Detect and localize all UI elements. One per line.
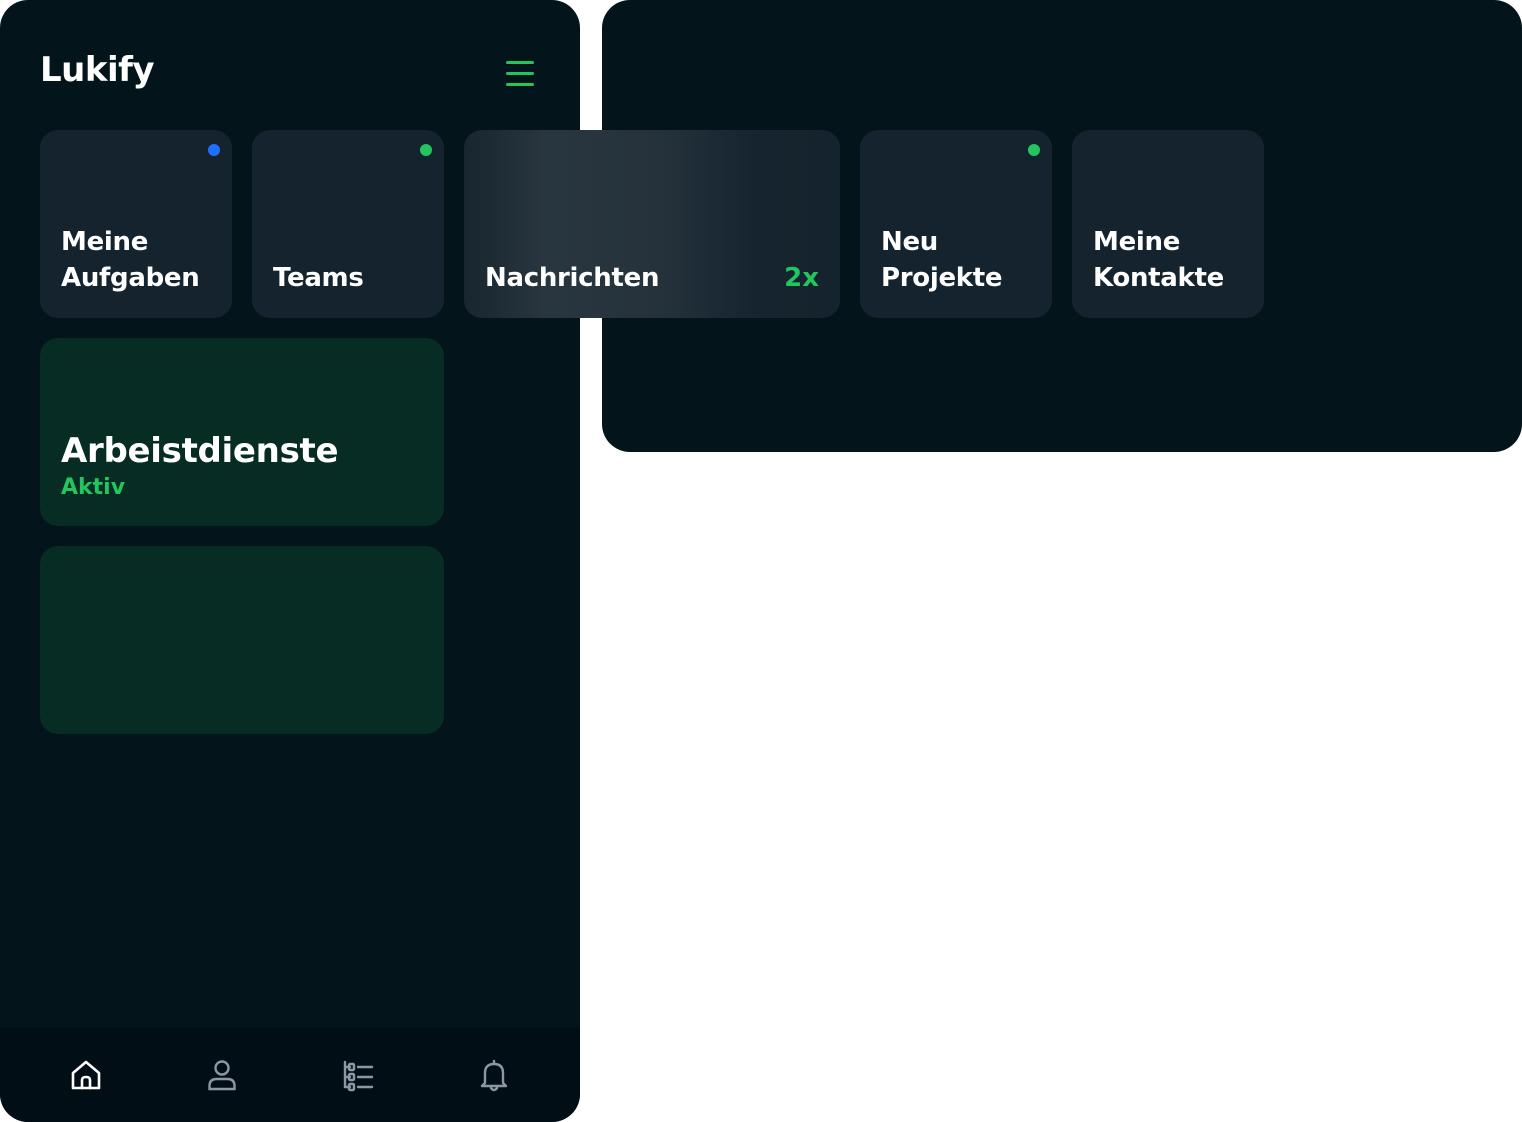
tile-label: Meine Aufgaben	[61, 224, 200, 296]
status-dot	[420, 144, 432, 156]
tile-label: Meine Kontakte	[1093, 224, 1224, 296]
tile-label-line: Aufgaben	[61, 263, 200, 293]
nav-home[interactable]	[68, 1057, 104, 1093]
task-list-icon	[343, 1060, 374, 1092]
tile-teams[interactable]: Teams	[252, 130, 444, 318]
tile-label: Neu Projekte	[881, 224, 1003, 296]
user-icon	[208, 1060, 236, 1091]
tile-label: Teams	[273, 260, 364, 296]
app-title: Lukify	[40, 50, 155, 90]
nav-profile[interactable]	[204, 1057, 240, 1093]
tile-label-line: Meine	[61, 227, 149, 257]
menu-icon[interactable]	[502, 58, 538, 90]
tile-meine-kontakte[interactable]: Meine Kontakte	[1072, 130, 1264, 318]
nav-notifications[interactable]	[476, 1057, 512, 1093]
tile-label-line: Kontakte	[1093, 263, 1224, 293]
tile-label-line: Neu	[881, 227, 939, 257]
tile-label-line: Meine	[1093, 227, 1181, 257]
tile-nachrichten[interactable]: Nachrichten 2x	[464, 130, 840, 318]
status-dot	[1028, 144, 1040, 156]
card-empty[interactable]	[40, 546, 444, 734]
bottom-nav	[0, 1028, 580, 1122]
tile-label-line: Projekte	[881, 263, 1003, 293]
tile-label-line: Nachrichten	[485, 263, 660, 293]
message-count-badge: 2x	[784, 263, 819, 293]
card-status: Aktiv	[61, 475, 126, 500]
bell-icon	[480, 1059, 508, 1092]
tile-label: Nachrichten	[485, 260, 659, 296]
home-icon	[71, 1060, 101, 1090]
tile-neu-projekte[interactable]: Neu Projekte	[860, 130, 1052, 318]
status-dot	[208, 144, 220, 156]
tile-label-line: Teams	[273, 263, 364, 293]
card-title: Arbeistdienste	[61, 431, 339, 471]
card-arbeitsdienste[interactable]: Arbeistdienste Aktiv	[40, 338, 444, 526]
nav-tasks[interactable]	[340, 1057, 376, 1093]
tile-meine-aufgaben[interactable]: Meine Aufgaben	[40, 130, 232, 318]
